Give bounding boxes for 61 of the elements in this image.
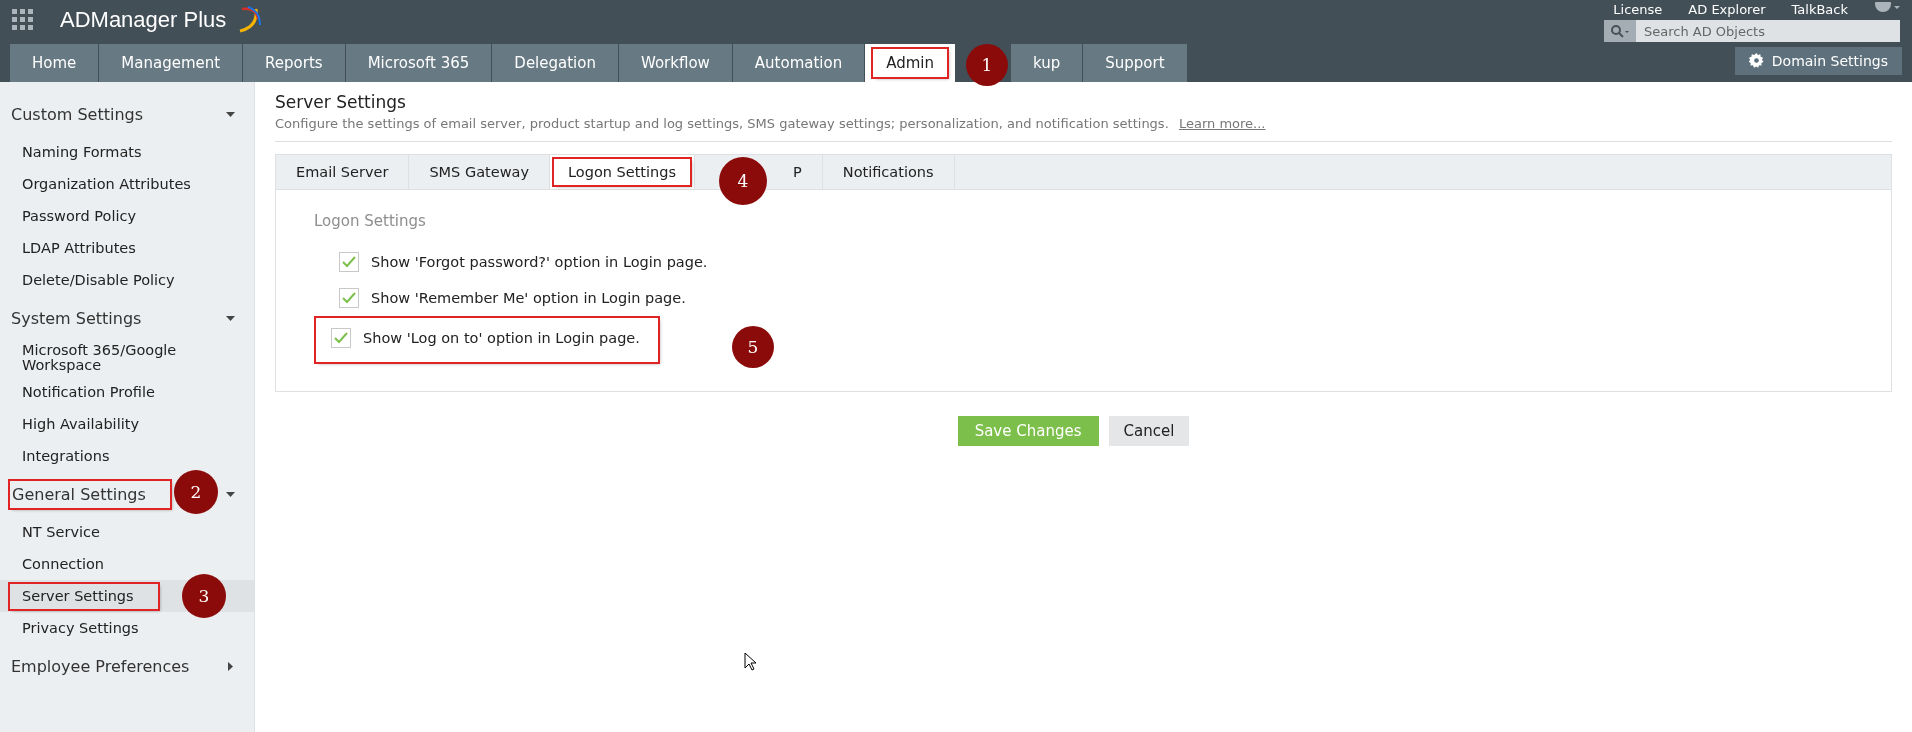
settings-tab[interactable]: SMS Gateway (409, 155, 550, 189)
sidebar-item[interactable]: Integrations (22, 448, 110, 464)
sidebar-item[interactable]: Server Settings (10, 583, 158, 609)
settings-icon (1748, 53, 1764, 68)
sidebar-item[interactable]: NT Service (22, 524, 100, 540)
sidebar-item[interactable]: Organization Attributes (22, 176, 191, 192)
step-badge: 3 (182, 574, 226, 618)
option-label: Show 'Forgot password?' option in Login page. (371, 254, 708, 270)
header-link[interactable]: License (1613, 1, 1663, 17)
nav-tab[interactable]: Delegation (492, 44, 618, 82)
nav-tab[interactable]: Workflow (618, 44, 732, 82)
nav-tab[interactable]: Microsoft 365 (345, 44, 492, 82)
caret-icon[interactable] (226, 109, 235, 119)
nav-tab[interactable]: Automation (732, 44, 865, 82)
settings-tab[interactable]: Logon Settings (550, 155, 696, 189)
sidebar-item[interactable]: Password Policy (22, 208, 137, 224)
settings-tab[interactable]: Notifications (822, 155, 955, 189)
step-badge: 2 (174, 470, 218, 514)
learn-more-link[interactable]: Learn more... (1178, 116, 1266, 131)
sidebar-item[interactable]: High Availability (22, 416, 139, 432)
option-label: Show 'Log on to' option in Login page. (363, 330, 640, 346)
nav-tab[interactable]: Management (99, 44, 243, 82)
checkbox[interactable] (331, 328, 351, 348)
settings-tab[interactable]: P (773, 155, 823, 189)
cancel-button[interactable]: Cancel (1108, 416, 1190, 446)
sidebar-item[interactable]: Naming Formats (22, 144, 142, 160)
nav-tab[interactable]: Home (10, 44, 99, 82)
apps-grid-icon[interactable] (12, 9, 34, 31)
page-title: Server Settings (275, 92, 407, 112)
header-link[interactable]: AD Explorer (1688, 1, 1766, 17)
step-badge: 4 (719, 157, 768, 205)
sidebar-section-header[interactable]: General Settings (10, 480, 170, 508)
checkbox[interactable] (339, 252, 359, 272)
domain-settings-button[interactable]: Domain Settings (1734, 46, 1902, 75)
sidebar-section-header[interactable]: Employee Preferences (10, 654, 191, 678)
sidebar-item[interactable]: Privacy Settings (22, 620, 139, 636)
checkbox[interactable] (339, 288, 359, 308)
sidebar-section-header[interactable]: System Settings (10, 306, 143, 330)
caret-icon[interactable] (226, 313, 235, 323)
nav-tab[interactable]: Reports (243, 44, 345, 82)
step-badge: 1 (966, 44, 1009, 86)
cursor-icon (744, 652, 756, 671)
sidebar-item[interactable]: LDAP Attributes (22, 240, 136, 256)
option-label: Show 'Remember Me' option in Login page. (371, 290, 686, 306)
header-link[interactable]: TalkBack (1791, 1, 1848, 17)
page-description: Configure the settings of email server, product startup and log settings, SMS gateway settings; personalization, and notification settings. (275, 116, 1169, 131)
sidebar-item[interactable]: Notification Profile (22, 384, 155, 400)
sidebar-item[interactable]: Delete/Disable Policy (22, 272, 175, 288)
section-title: Logon Settings (314, 212, 427, 230)
sidebar-item[interactable]: Connection (22, 556, 105, 572)
search-icon[interactable] (1610, 24, 1630, 38)
step-badge: 5 (732, 326, 774, 368)
nav-tab[interactable]: Support (1083, 44, 1187, 82)
nav-tab[interactable]: kup (1011, 44, 1083, 82)
caret-icon[interactable] (226, 489, 235, 499)
nav-tab[interactable]: Admin (865, 44, 956, 82)
settings-tab[interactable]: Email Server (276, 155, 410, 189)
sidebar-item[interactable]: Microsoft 365/Google Workspace (22, 343, 222, 373)
product-logo: ADManager Plus (60, 7, 227, 33)
sidebar-section-header[interactable]: Custom Settings (10, 102, 144, 126)
caret-icon[interactable] (226, 661, 235, 671)
